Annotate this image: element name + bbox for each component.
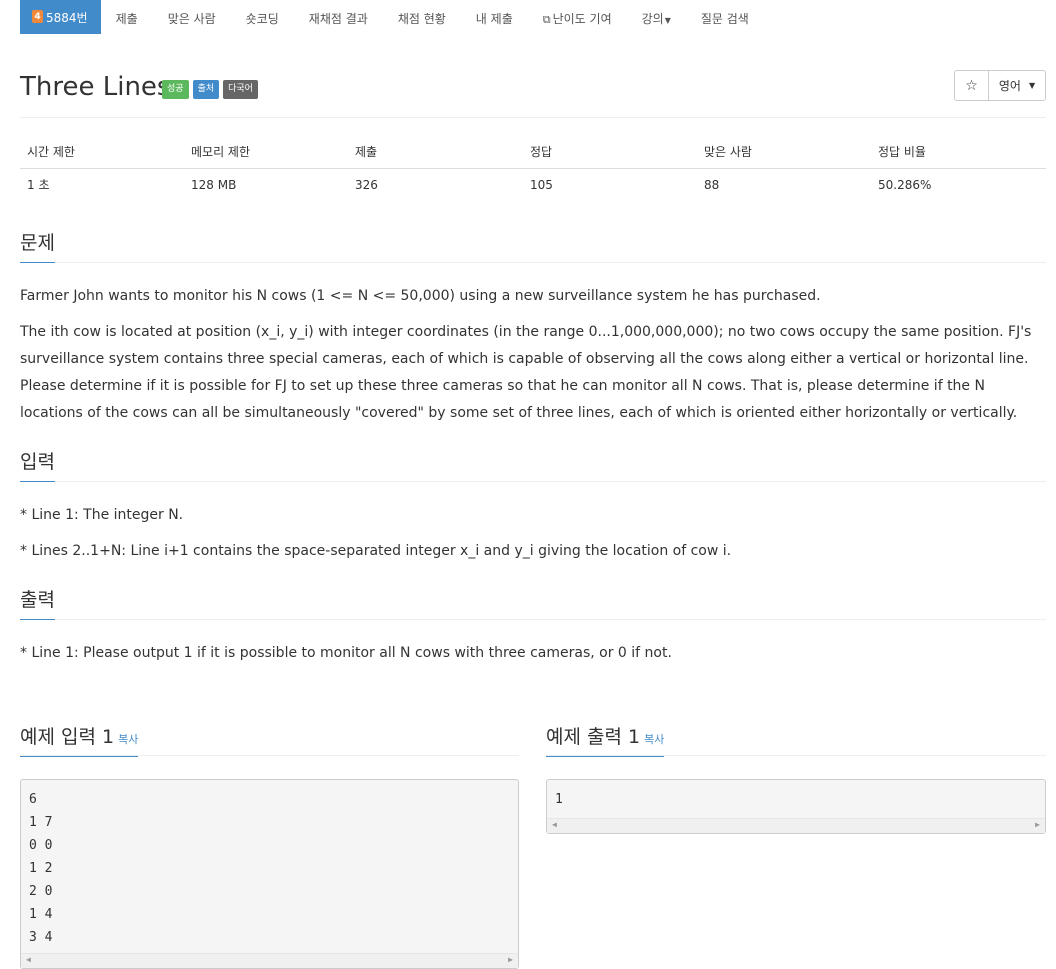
accepted-value: 105 <box>530 178 553 192</box>
language-label: 영어 <box>998 79 1021 93</box>
scroll-left-icon[interactable]: ◀ <box>26 955 31 964</box>
scroll-right-icon[interactable]: ▶ <box>508 955 513 964</box>
problem-info-table: 시간 제한 메모리 제한 제출 정답 맞은 사람 정답 비율 1 초 128 M… <box>20 140 1046 201</box>
output-title: 출력 <box>20 585 55 620</box>
description-title: 문제 <box>20 228 55 263</box>
time-limit-value: 1 초 <box>27 178 50 192</box>
description-paragraph: The ith cow is located at position (x_i,… <box>20 324 1032 421</box>
sample-output-line: 1 <box>555 792 563 807</box>
info-header: 정답 <box>530 145 553 159</box>
info-header: 메모리 제한 <box>191 145 251 159</box>
nav-my-submissions[interactable]: 내 제출 <box>461 0 528 34</box>
nav-difficulty-contribution[interactable]: ⧉ 난이도 기여 <box>528 0 627 34</box>
sample-input-divider <box>20 755 519 756</box>
scroll-right-icon[interactable]: ▶ <box>1035 820 1040 829</box>
nav-accepted-users[interactable]: 맞은 사람 <box>153 0 231 34</box>
info-value-row: 1 초 128 MB 326 105 88 50.286% <box>20 169 1046 201</box>
label-success: 성공 <box>162 80 189 99</box>
title-button-group: ☆ 영어 ▼ <box>954 70 1046 101</box>
title-divider <box>20 117 1046 118</box>
nav-rejudge-results[interactable]: 재채점 결과 <box>294 0 383 34</box>
sample-input-line: 1 7 <box>29 815 53 830</box>
horizontal-scrollbar[interactable]: ◀ ▶ <box>547 818 1045 833</box>
nav-lectures-label: 강의 <box>641 12 664 26</box>
copy-sample-input-button[interactable]: 복사 <box>118 733 138 746</box>
solvers-value: 88 <box>704 178 720 192</box>
input-header: 입력 <box>20 447 1046 482</box>
star-icon: ☆ <box>965 77 978 94</box>
sample-output-title-wrap: 예제 출력 1 복사 <box>546 722 665 757</box>
scroll-left-icon[interactable]: ◀ <box>552 820 557 829</box>
nav-short-coding[interactable]: 숏코딩 <box>231 0 294 34</box>
title-row: Three Lines 성공 출처 다국어 ☆ 영어 ▼ <box>20 70 1046 106</box>
language-dropdown[interactable]: 영어 ▼ <box>989 71 1045 100</box>
caret-down-icon: ▼ <box>1028 81 1036 90</box>
sample-input-line: 2 0 <box>29 884 53 899</box>
label-source[interactable]: 출처 <box>192 80 220 99</box>
info-header: 제출 <box>355 145 378 159</box>
sample-input-header: 예제 입력 1 복사 <box>20 722 519 757</box>
accept-ratio-value: 50.286% <box>878 178 932 192</box>
problem-labels: 성공 출처 다국어 <box>162 80 258 99</box>
sample-output-title: 예제 출력 1 <box>546 726 641 748</box>
input-paragraph: * Lines 2..1+N: Line i+1 contains the sp… <box>20 543 732 559</box>
sample-input-title: 예제 입력 1 <box>20 726 115 748</box>
sample-input-line: 6 <box>29 792 37 807</box>
nav-problem-number[interactable]: 4 5884번 <box>20 0 101 34</box>
memory-limit-value: 128 MB <box>191 178 237 192</box>
nav-question-search[interactable]: 질문 검색 <box>686 0 764 34</box>
nav-lectures-dropdown[interactable]: 강의▼ <box>627 0 686 34</box>
favorite-button[interactable]: ☆ <box>955 71 989 100</box>
info-header: 시간 제한 <box>27 145 75 159</box>
sample-input-title-wrap: 예제 입력 1 복사 <box>20 722 139 757</box>
info-header: 맞은 사람 <box>704 145 752 159</box>
nav-submit[interactable]: 제출 <box>101 0 153 34</box>
info-header-row: 시간 제한 메모리 제한 제출 정답 맞은 사람 정답 비율 <box>20 140 1046 169</box>
info-header: 정답 비율 <box>878 145 926 159</box>
copy-sample-output-button[interactable]: 복사 <box>644 733 664 746</box>
sample-input-box[interactable]: 6 1 7 0 0 1 2 2 0 1 4 3 4 ◀ ▶ <box>20 779 519 969</box>
nav-difficulty-label: 난이도 기여 <box>552 12 612 26</box>
description-paragraph: Farmer John wants to monitor his N cows … <box>20 288 821 304</box>
submissions-value: 326 <box>355 178 378 192</box>
input-title: 입력 <box>20 447 55 482</box>
problem-number-label: 5884번 <box>46 11 88 25</box>
sample-input-line: 3 4 <box>29 930 53 945</box>
page-title: Three Lines <box>20 72 171 102</box>
sample-output-divider <box>546 755 1046 756</box>
problem-nav: 4 5884번 제출 맞은 사람 숏코딩 재채점 결과 채점 현황 내 제출 ⧉… <box>20 0 1046 34</box>
output-header: 출력 <box>20 585 1046 620</box>
horizontal-scrollbar[interactable]: ◀ ▶ <box>21 953 518 968</box>
sample-input-line: 1 2 <box>29 861 53 876</box>
sample-output-box[interactable]: 1 ◀ ▶ <box>546 779 1046 834</box>
nav-status[interactable]: 채점 현황 <box>383 0 461 34</box>
label-multilingual: 다국어 <box>223 80 258 99</box>
external-link-icon: ⧉ <box>542 13 551 26</box>
caret-down-icon: ▼ <box>664 16 671 25</box>
sample-input-line: 0 0 <box>29 838 53 853</box>
input-paragraph: * Line 1: The integer N. <box>20 507 184 523</box>
sample-input-line: 1 4 <box>29 907 53 922</box>
tier-badge-icon: 4 <box>32 10 43 23</box>
description-header: 문제 <box>20 228 1046 263</box>
output-paragraph: * Line 1: Please output 1 if it is possi… <box>20 645 672 661</box>
sample-output-header: 예제 출력 1 복사 <box>546 722 1046 757</box>
